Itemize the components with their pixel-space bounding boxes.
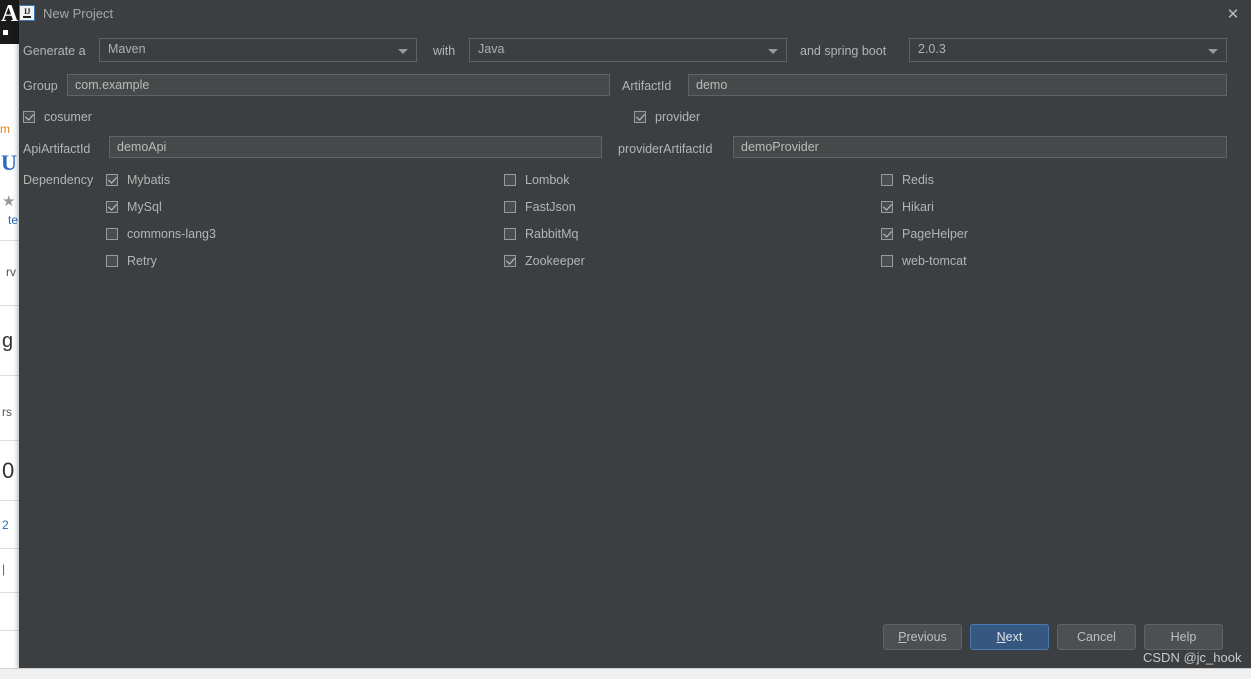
background-fragment-6: 0 (2, 458, 15, 483)
artifact-id-input[interactable] (688, 74, 1227, 96)
new-project-dialog: IJ New Project ✕ Generate a Maven with J… (19, 0, 1251, 668)
background-page-bottom-strip (0, 668, 1251, 679)
background-rule (0, 305, 19, 306)
next-button[interactable]: Next (970, 624, 1049, 650)
dependency-label-fastjson: FastJson (525, 200, 576, 214)
dependency-label-pagehelper: PageHelper (902, 227, 969, 241)
dependency-checkbox-pagehelper[interactable]: PageHelper (881, 227, 968, 241)
dependency-checkbox-commons-lang3[interactable]: commons-lang3 (106, 227, 216, 241)
group-label: Group (23, 79, 58, 93)
background-fragment-3: rv (6, 265, 16, 279)
chevron-down-icon (768, 49, 778, 54)
background-black-bar: A (0, 0, 19, 44)
background-fragment-2: te (8, 213, 19, 227)
dependency-checkbox-rabbitmq[interactable]: RabbitMq (504, 227, 579, 241)
api-artifact-id-label: ApiArtifactId (23, 142, 91, 156)
watermark: CSDN @jc_hook (1143, 650, 1242, 665)
background-rule (0, 548, 19, 549)
background-rule (0, 630, 19, 631)
background-rule (0, 440, 19, 441)
provider-artifact-id-label: providerArtifactId (618, 142, 713, 156)
dependency-checkbox-hikari[interactable]: Hikari (881, 200, 934, 214)
cancel-button[interactable]: Cancel (1057, 624, 1136, 650)
language-select[interactable]: Java (469, 38, 787, 62)
checkbox-box (106, 174, 118, 186)
background-fragment-5: rs (2, 405, 12, 419)
dependency-label-web-tomcat: web-tomcat (902, 254, 967, 268)
dependency-checkbox-lombok[interactable]: Lombok (504, 173, 569, 187)
background-letter-a: A (1, 1, 19, 27)
spring-boot-label: and spring boot (800, 44, 887, 58)
chevron-down-icon (1208, 49, 1218, 54)
artifact-id-label: ArtifactId (622, 79, 672, 93)
spring-boot-version-value: 2.0.3 (918, 42, 946, 56)
background-letter-u: U (1, 150, 17, 175)
dependency-label-commons-lang3: commons-lang3 (127, 227, 216, 241)
intellij-idea-icon-text: IJ (23, 7, 31, 16)
api-artifact-id-input[interactable] (109, 136, 602, 158)
dependency-label-rabbitmq: RabbitMq (525, 227, 579, 241)
dependency-label-zookeeper: Zookeeper (525, 254, 585, 268)
spring-boot-version-select[interactable]: 2.0.3 (909, 38, 1227, 62)
dependency-label: Dependency (23, 173, 94, 187)
checkbox-box (504, 174, 516, 186)
intellij-idea-icon: IJ (19, 5, 35, 21)
chevron-down-icon (398, 49, 408, 54)
background-rule (0, 500, 19, 501)
previous-button[interactable]: Previous (883, 624, 962, 650)
provider-checkbox[interactable]: provider (634, 110, 700, 124)
build-tool-select[interactable]: Maven (99, 38, 417, 62)
screen: A m U ★ te rv g rs 0 2 | IJ New Project … (0, 0, 1251, 679)
checkbox-box (106, 255, 118, 267)
background-rule (0, 240, 19, 241)
group-input[interactable] (67, 74, 610, 96)
provider-artifact-id-input[interactable] (733, 136, 1227, 158)
background-fragment-4: g (2, 330, 14, 352)
background-dot (3, 30, 8, 35)
checkbox-box (106, 201, 118, 213)
dependency-checkbox-mysql[interactable]: MySql (106, 200, 162, 214)
dependency-label-hikari: Hikari (902, 200, 934, 214)
help-button[interactable]: Help (1144, 624, 1223, 650)
background-fragment-8: | (2, 562, 6, 576)
dialog-titlebar: IJ New Project ✕ (19, 0, 1251, 29)
checkbox-box (881, 228, 893, 240)
dependency-checkbox-web-tomcat[interactable]: web-tomcat (881, 254, 967, 268)
generate-a-label: Generate a (23, 44, 86, 58)
checkbox-box (106, 228, 118, 240)
dependency-label-mybatis: Mybatis (127, 173, 171, 187)
consumer-checkbox[interactable]: cosumer (23, 110, 92, 124)
dependency-label-redis: Redis (902, 173, 934, 187)
dependency-checkbox-zookeeper[interactable]: Zookeeper (504, 254, 585, 268)
background-page: A m U ★ te rv g rs 0 2 | (0, 0, 19, 679)
dependency-checkbox-fastjson[interactable]: FastJson (504, 200, 576, 214)
dependency-checkbox-redis[interactable]: Redis (881, 173, 934, 187)
background-fragment-1: m (0, 122, 10, 136)
background-rule (0, 592, 19, 593)
build-tool-value: Maven (108, 42, 146, 56)
consumer-checkbox-label: cosumer (44, 110, 92, 124)
dependency-label-lombok: Lombok (525, 173, 570, 187)
checkbox-box (23, 111, 35, 123)
background-star-icon: ★ (2, 193, 16, 210)
dependency-checkbox-mybatis[interactable]: Mybatis (106, 173, 170, 187)
checkbox-box (881, 255, 893, 267)
background-rule (0, 375, 19, 376)
dialog-title: New Project (43, 6, 114, 21)
with-label: with (433, 44, 456, 58)
intellij-idea-icon-bar (23, 16, 31, 18)
language-value: Java (478, 42, 505, 56)
dependency-checkbox-retry[interactable]: Retry (106, 254, 157, 268)
close-icon[interactable]: ✕ (1222, 4, 1244, 26)
checkbox-box (504, 255, 516, 267)
checkbox-box (881, 174, 893, 186)
dependency-label-mysql: MySql (127, 200, 162, 214)
checkbox-box (634, 111, 646, 123)
dependency-label-retry: Retry (127, 254, 157, 268)
checkbox-box (881, 201, 893, 213)
checkbox-box (504, 228, 516, 240)
provider-checkbox-label: provider (655, 110, 701, 124)
checkbox-box (504, 201, 516, 213)
background-fragment-7: 2 (2, 518, 9, 532)
